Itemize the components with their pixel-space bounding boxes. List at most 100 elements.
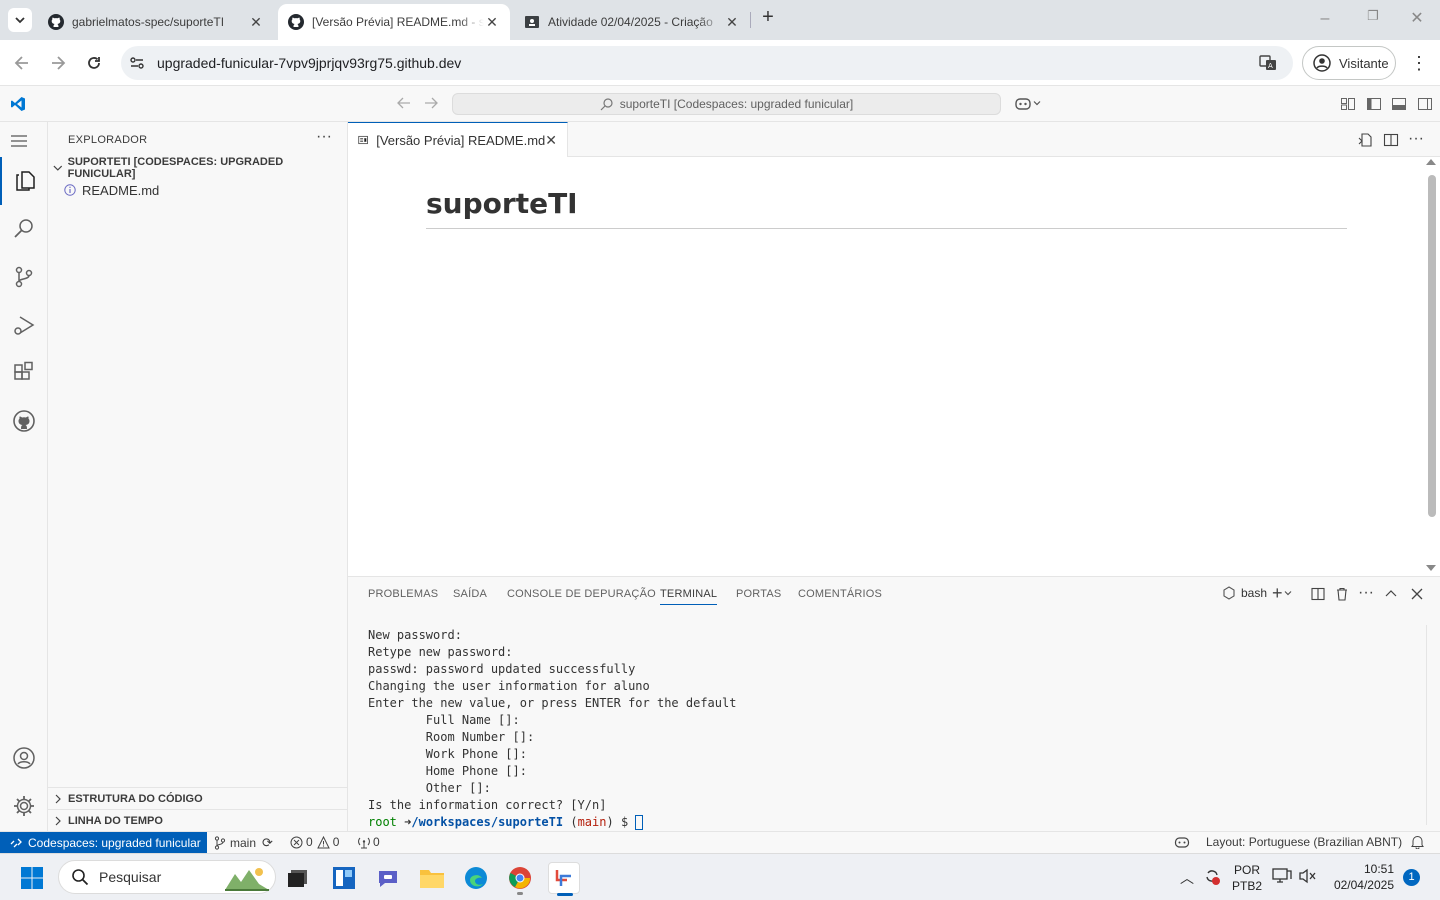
notifications-button[interactable] [1411,835,1424,849]
remote-indicator[interactable]: Codespaces: upgraded funicular [0,832,207,853]
folder-icon [420,870,444,888]
minimize-button[interactable]: – [1310,10,1340,30]
activity-search[interactable] [0,205,48,253]
new-tab-button[interactable]: + [756,6,780,34]
status-ports[interactable]: 0 [358,835,380,849]
browser-tab-github[interactable]: gabrielmatos-spec/suporteTI ✕ [38,4,274,40]
preview-icon [358,135,368,145]
open-source-button[interactable] [1358,132,1374,148]
nav-back-button[interactable] [396,95,412,111]
clock[interactable]: 10:51 02/04/2025 [1326,861,1394,893]
menu-button[interactable] [10,134,30,148]
widgets-button[interactable] [328,862,360,894]
volume-button[interactable] [1298,867,1318,885]
window-close-button[interactable]: ✕ [1402,8,1432,28]
status-branch[interactable]: main ⟳ [214,835,273,851]
prompt-path: /workspaces/suporteTI [411,815,564,829]
close-icon[interactable]: ✕ [545,132,557,149]
back-button[interactable] [12,53,32,73]
panel-tab-problems[interactable]: PROBLEMAS [368,588,438,600]
task-view-button[interactable] [282,862,314,894]
chevron-down-icon [53,165,63,171]
tab-search-button[interactable] [8,8,32,32]
new-terminal-button[interactable]: + [1272,584,1293,602]
sync-icon[interactable]: ⟳ [262,835,273,851]
omnibox[interactable]: upgraded-funicular-7vpv9jprjqv93rg75.git… [121,46,1293,80]
teams-button[interactable] [372,862,404,894]
toggle-secondary-sidebar-button[interactable] [1417,96,1433,112]
copilot-status[interactable] [1174,835,1190,849]
terminal-scrollbar[interactable] [1426,625,1436,825]
split-editor-button[interactable] [1383,132,1399,148]
edge-icon [465,867,487,889]
close-icon[interactable]: ✕ [724,14,740,31]
toggle-panel-button[interactable] [1391,96,1407,112]
terminal-output[interactable]: New password: Retype new password: passwd:… [368,627,736,831]
browser-tab-readme[interactable]: [Versão Prévia] README.md - suporteTI ✕ [278,4,510,40]
panel-tab-terminal[interactable]: TERMINAL [660,588,718,605]
translate-icon[interactable]: A [1259,54,1277,72]
kill-terminal-button[interactable] [1335,587,1349,601]
scroll-up-arrow[interactable] [1426,159,1436,165]
network-button[interactable] [1272,867,1292,885]
terminal-line: Enter the new value, or press ENTER for … [368,696,737,710]
more-actions-icon[interactable]: ··· [1408,130,1424,148]
activity-accounts[interactable] [0,734,48,782]
panel-tab-comments[interactable]: COMENTÁRIOS [798,588,882,600]
more-actions-icon[interactable]: ··· [1358,584,1374,602]
timeline-section[interactable]: LINHA DO TEMPO [48,809,347,831]
forward-button[interactable] [48,53,68,73]
close-icon[interactable]: ✕ [484,14,500,31]
close-icon[interactable]: ✕ [248,14,264,31]
restore-button[interactable]: ❐ [1358,8,1388,28]
more-actions-icon[interactable]: ··· [316,128,332,146]
browser-tab-atividade[interactable]: Atividade 02/04/2025 - Criação ✕ [514,4,750,40]
activity-github[interactable] [0,397,48,445]
activity-manage[interactable] [0,782,48,830]
snipping-tool-button[interactable] [548,862,580,896]
browser-menu-button[interactable]: ⋮ [1410,52,1428,74]
activity-extensions[interactable] [0,349,48,397]
explorer-root-folder[interactable]: SUPORTETI [CODESPACES: UPGRADED FUNICULA… [48,156,347,180]
file-explorer-button[interactable] [416,862,448,894]
profile-button[interactable]: Visitante [1302,46,1396,80]
file-readme[interactable]: README.md [48,179,347,201]
panel-tab-ports[interactable]: PORTAS [736,588,781,600]
outline-section[interactable]: ESTRUTURA DO CÓDIGO [48,787,347,809]
split-terminal-button[interactable] [1311,587,1325,601]
account-icon [13,747,35,769]
prompt-branch: main [577,815,607,829]
customize-layout-button[interactable] [1340,96,1356,112]
clock-date: 02/04/2025 [1333,878,1394,892]
nav-forward-button[interactable] [423,95,439,111]
activity-explorer[interactable] [0,157,48,205]
activity-source-control[interactable] [0,253,48,301]
edge-button[interactable] [460,862,492,894]
scroll-down-arrow[interactable] [1426,565,1436,571]
chrome-button[interactable] [504,862,536,895]
panel-tab-debug-console[interactable]: CONSOLE DE DEPURAÇÃO [507,588,656,600]
arrow-right-icon [52,56,66,70]
maximize-panel-button[interactable] [1384,587,1398,601]
toggle-sidebar-button[interactable] [1366,96,1382,112]
notification-badge[interactable]: 1 [1403,869,1420,886]
status-problems[interactable]: 0 0 [290,835,339,849]
start-button[interactable] [16,862,48,894]
site-settings-icon[interactable] [129,55,145,71]
keyboard-layout[interactable]: Layout: Portuguese (Brazilian ABNT) [1206,835,1402,849]
reload-button[interactable] [84,53,104,73]
input-language[interactable]: POR PTB2 [1232,862,1262,894]
panel-tab-output[interactable]: SAÍDA [453,588,487,600]
command-center[interactable]: suporteTI [Codespaces: upgraded funicula… [452,93,1001,115]
copilot-button[interactable] [1014,95,1042,111]
show-hidden-icons[interactable]: ︿ [1180,868,1194,888]
taskbar-search[interactable]: Pesquisar [58,860,276,894]
editor-scrollbar[interactable] [1428,175,1436,517]
onedrive-sync-button[interactable] [1202,866,1222,886]
editor-tab-preview[interactable]: [Versão Prévia] README.md ✕ [348,122,568,157]
terminal-shell-selector[interactable]: bash [1222,586,1267,600]
task-view-icon [288,870,307,887]
close-panel-button[interactable] [1410,587,1424,601]
vscode-logo-icon[interactable] [10,96,26,112]
activity-run-debug[interactable] [0,301,48,349]
